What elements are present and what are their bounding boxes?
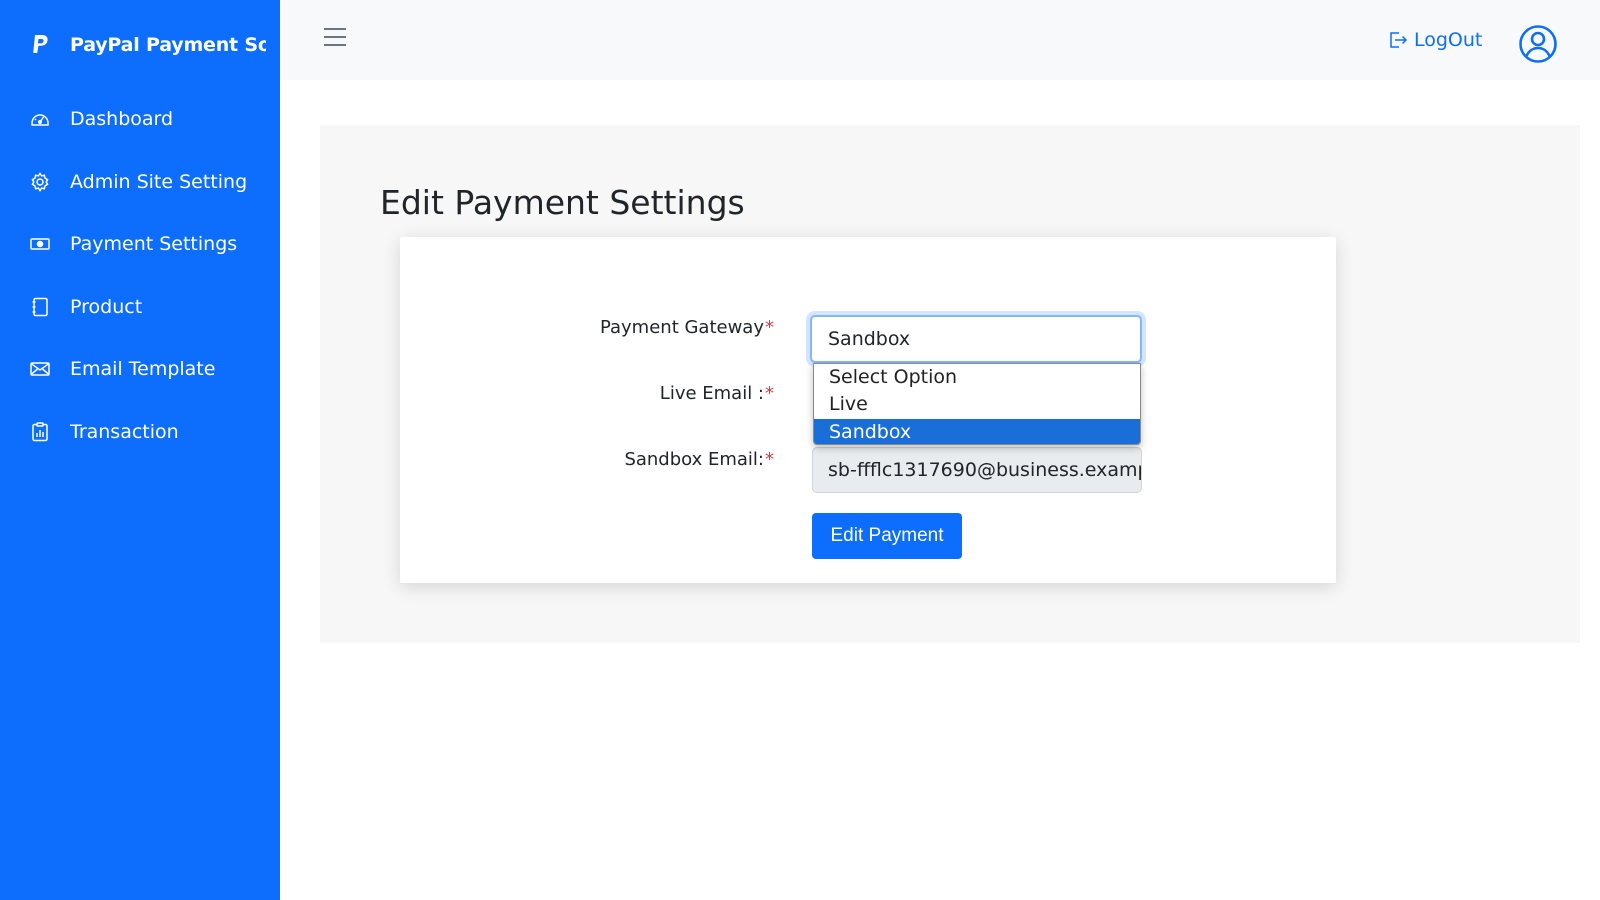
required-mark: * — [765, 317, 774, 338]
live-email-label-text: Live Email : — [659, 383, 764, 404]
paypal-logo-icon — [33, 35, 48, 53]
sandbox-email-label-text: Sandbox Email: — [624, 449, 764, 470]
clipboard-chart-icon — [30, 422, 50, 442]
top-navbar: LogOut — [280, 0, 1600, 80]
sidebar-item-product[interactable]: Product — [0, 276, 280, 339]
sidebar-item-transaction[interactable]: Transaction — [0, 401, 280, 464]
logout-label: LogOut — [1414, 29, 1483, 51]
sidebar-item-admin-site-setting[interactable]: Admin Site Setting — [0, 151, 280, 214]
payment-gateway-label: Payment Gateway* — [600, 317, 774, 338]
logout-icon — [1390, 32, 1408, 48]
content-panel: Edit Payment Settings Payment Gateway* S… — [320, 125, 1580, 643]
user-avatar-icon[interactable] — [1518, 24, 1558, 64]
sidebar-item-label: Transaction — [70, 420, 179, 443]
payment-gateway-label-text: Payment Gateway — [599, 317, 764, 338]
gateway-option-sandbox[interactable]: Sandbox — [814, 418, 1140, 444]
payment-gateway-selected-value: Sandbox — [828, 328, 911, 350]
sidebar-item-label: Dashboard — [70, 108, 174, 131]
brand-title: PayPal Payment Solution — [70, 34, 266, 56]
gateway-option-live[interactable]: Live — [814, 391, 1140, 418]
page-title: Edit Payment Settings — [380, 183, 745, 222]
logout-link[interactable]: LogOut — [1388, 26, 1482, 54]
sandbox-email-label: Sandbox Email:* — [624, 449, 774, 470]
live-email-label: Live Email :* — [660, 383, 774, 404]
sidebar-item-dashboard[interactable]: Dashboard — [0, 88, 280, 151]
payment-gateway-dropdown: Select Option Live Sandbox — [813, 363, 1141, 445]
gear-icon — [30, 171, 50, 192]
sidebar-item-email-template[interactable]: Email Template — [0, 338, 280, 401]
sandbox-email-value: sb-ffflc1317690@business.example.com — [828, 459, 1141, 481]
dashboard-gauge-icon — [30, 109, 50, 129]
cash-icon — [30, 234, 50, 254]
hamburger-menu-icon[interactable] — [324, 28, 346, 46]
sidebar-item-label: Email Template — [70, 358, 216, 381]
envelope-icon — [30, 359, 50, 379]
sandbox-email-field[interactable]: sb-ffflc1317690@business.example.com — [812, 447, 1142, 493]
payment-gateway-select[interactable]: Sandbox — [810, 315, 1142, 363]
sidebar-item-label: Admin Site Setting — [70, 170, 248, 193]
sidebar-nav: Dashboard Admin Site Setting Payment Set… — [0, 88, 280, 463]
required-mark: * — [765, 449, 774, 470]
payment-settings-card: Payment Gateway* Sandbox Select Option L… — [400, 237, 1336, 583]
sidebar-item-label: Product — [70, 295, 143, 318]
sidebar: PayPal Payment Solution Dashboard Ad — [0, 0, 280, 900]
brand[interactable]: PayPal Payment Solution — [30, 28, 266, 62]
sidebar-item-payment-settings[interactable]: Payment Settings — [0, 213, 280, 276]
required-mark: * — [765, 383, 774, 404]
notebook-icon — [30, 297, 50, 317]
edit-payment-button[interactable]: Edit Payment — [812, 513, 962, 559]
gateway-option-select-option[interactable]: Select Option — [814, 364, 1140, 391]
sidebar-item-label: Payment Settings — [70, 233, 238, 256]
